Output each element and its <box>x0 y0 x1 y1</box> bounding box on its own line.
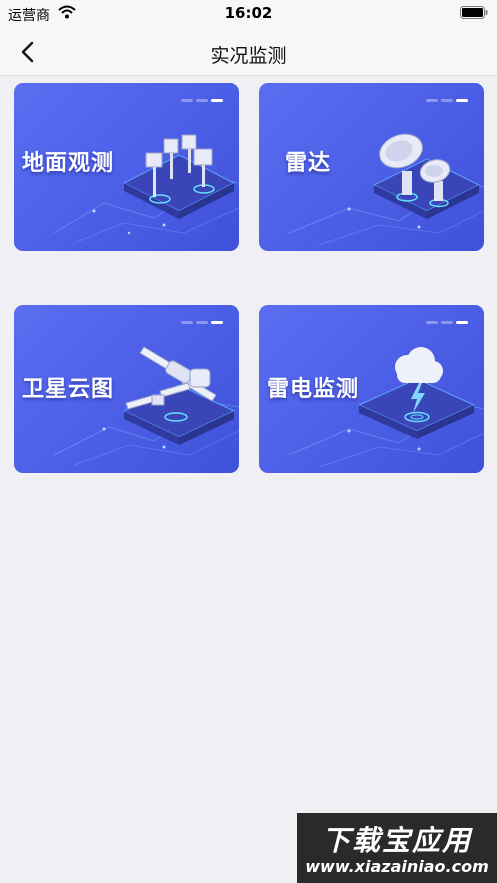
card-label: 地面观测 <box>22 151 115 176</box>
radar-dish-icon <box>379 133 451 208</box>
lightning-cloud-icon <box>395 347 443 423</box>
battery-icon <box>460 6 488 19</box>
card-lightning-monitoring[interactable]: 雷电监测 <box>259 305 484 473</box>
watermark-logo: 下载宝应用 www.xiazainiao.com <box>297 813 497 883</box>
carousel-dots <box>181 321 225 325</box>
card-radar[interactable]: 雷达 <box>259 83 484 251</box>
carousel-dots <box>426 99 470 103</box>
card-label: 卫星云图 <box>22 377 115 402</box>
card-satellite-cloud[interactable]: 卫星云图 <box>14 305 239 473</box>
card-ground-observation[interactable]: 地面观测 <box>14 83 239 251</box>
carousel-dots <box>426 321 470 325</box>
watermark-url: www.xiazainiao.com <box>305 857 489 876</box>
carousel-dots <box>181 99 225 103</box>
status-time: 16:02 <box>224 4 273 22</box>
card-label: 雷电监测 <box>267 377 360 402</box>
navigation-bar: 实况监测 <box>0 28 497 76</box>
weather-station-icon <box>145 134 215 204</box>
page-title: 实况监测 <box>210 45 287 67</box>
status-bar: 运营商 16:02 <box>0 0 497 28</box>
watermark-title: 下载宝应用 <box>321 824 472 857</box>
card-label: 雷达 <box>285 151 332 176</box>
satellite-icon <box>125 346 217 422</box>
